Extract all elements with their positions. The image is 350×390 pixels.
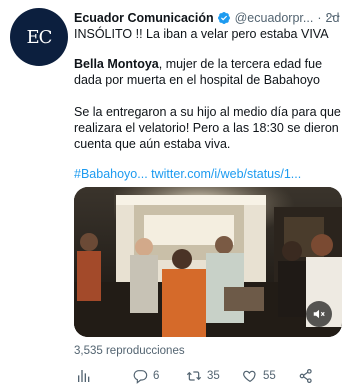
video-frame [74,187,342,337]
like-count: 55 [263,370,276,382]
tweet-headline: INSÓLITO !! La iban a velar pero estaba … [74,27,329,41]
header-separator: · [317,11,322,25]
reply-count: 6 [153,370,160,382]
tweet-paragraph-2: Bella Montoya, mujer de la tercera edad … [74,56,342,88]
tweet-bold-name: Bella Montoya [74,57,159,71]
verified-badge-icon [217,12,230,24]
retweet-icon [186,371,202,381]
analytics-button[interactable] [76,366,92,386]
avatar-logo-text: EC [26,26,53,48]
avatar[interactable]: EC [10,8,68,66]
like-button[interactable]: 55 [242,366,276,386]
view-count: 3,535 reproducciones [74,345,185,357]
tweet-header: Ecuador Comunicación @ecuadorpr... · 2d … [74,7,342,27]
mute-toggle-button[interactable] [306,301,332,327]
speaker-muted-icon [313,309,325,319]
reply-button[interactable]: 6 [132,366,159,386]
reply-icon [133,370,148,384]
account-name[interactable]: Ecuador Comunicación [74,11,214,25]
analytics-icon [78,370,90,382]
tweet-links: #Babahoyo... twitter.com/i/web/status/1.… [74,166,342,182]
action-bar: 6 35 55 [74,366,342,386]
heart-icon [243,370,256,383]
retweet-count: 35 [207,370,220,382]
tweet-card[interactable]: EC Ecuador Comunicación @ecuadorpr... · … [0,0,350,390]
account-handle[interactable]: @ecuadorpr... [235,11,314,25]
share-icon [299,369,312,383]
more-options-icon[interactable]: ··· [325,7,342,23]
status-link[interactable]: twitter.com/i/web/status/1... [151,167,301,181]
hashtag-link[interactable]: #Babahoyo... [74,167,148,181]
tweet-paragraph-3: Se la entregaron a su hijo al medio día … [74,105,341,151]
share-button[interactable] [298,366,314,386]
retweet-button[interactable]: 35 [186,366,220,386]
video-player[interactable] [74,187,342,337]
